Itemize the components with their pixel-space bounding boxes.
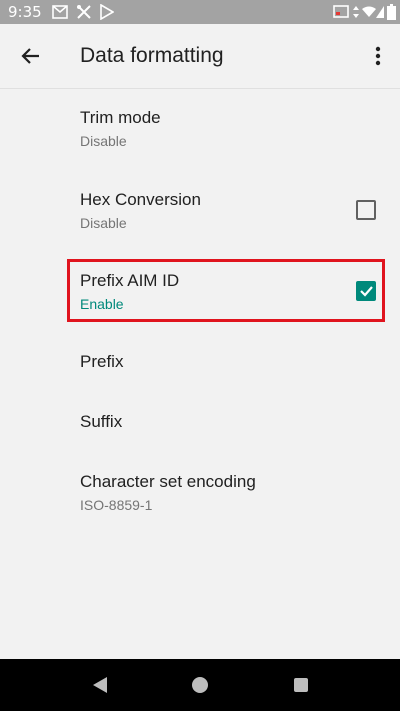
page-title: Data formatting bbox=[80, 44, 224, 67]
more-vert-icon[interactable] bbox=[366, 40, 390, 72]
play-store-icon bbox=[100, 4, 114, 20]
highlight-box bbox=[67, 259, 385, 322]
setting-character-set-encoding[interactable]: Character set encoding ISO-8859-1 bbox=[0, 452, 400, 532]
setting-hex-conversion[interactable]: Hex Conversion Disable bbox=[0, 170, 400, 250]
arrow-back-icon[interactable] bbox=[14, 40, 46, 72]
setting-value: Disable bbox=[80, 133, 127, 149]
setting-value: ISO-8859-1 bbox=[80, 497, 153, 513]
hex-conversion-checkbox[interactable] bbox=[356, 200, 376, 220]
signal-icon bbox=[376, 4, 384, 20]
recents-square-icon[interactable] bbox=[289, 673, 313, 697]
battery-icon bbox=[387, 4, 396, 20]
mail-icon bbox=[52, 4, 68, 20]
data-arrows-icon bbox=[352, 4, 360, 20]
back-triangle-icon[interactable] bbox=[88, 673, 112, 697]
setting-value: Disable bbox=[80, 215, 127, 231]
app-bar: Data formatting bbox=[0, 24, 400, 89]
wifi-icon bbox=[362, 4, 376, 20]
setting-label: Character set encoding bbox=[80, 472, 256, 491]
status-bar: 9:35 bbox=[0, 0, 400, 24]
setting-label: Suffix bbox=[80, 412, 123, 431]
setting-label: Trim mode bbox=[80, 108, 161, 127]
setting-suffix[interactable]: Suffix bbox=[0, 392, 400, 450]
tools-icon bbox=[76, 4, 92, 20]
home-circle-icon[interactable] bbox=[188, 673, 212, 697]
cast-icon bbox=[333, 4, 349, 20]
setting-label: Prefix bbox=[80, 352, 124, 371]
status-time: 9:35 bbox=[8, 3, 42, 21]
navigation-bar bbox=[0, 659, 400, 711]
setting-label: Hex Conversion bbox=[80, 190, 201, 209]
setting-prefix[interactable]: Prefix bbox=[0, 332, 400, 390]
setting-trim-mode[interactable]: Trim mode Disable bbox=[0, 88, 400, 168]
